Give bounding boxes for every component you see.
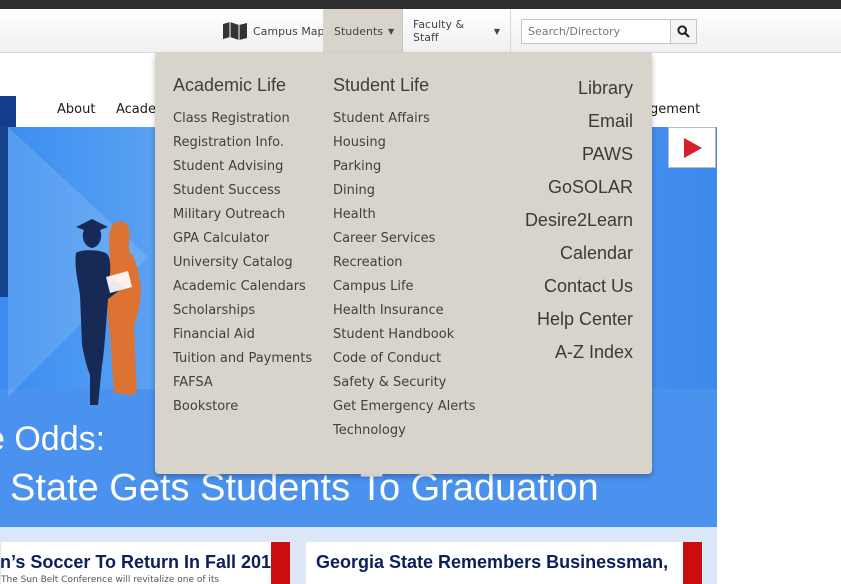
- menu-item[interactable]: Health: [333, 203, 475, 227]
- menu-item[interactable]: Parking: [333, 155, 475, 179]
- menu-item[interactable]: Dining: [333, 179, 475, 203]
- students-label: Students: [334, 24, 384, 38]
- menu-item[interactable]: GPA Calculator: [173, 227, 312, 251]
- play-icon: [684, 137, 702, 158]
- menu-item[interactable]: Career Services: [333, 227, 475, 251]
- menu-item[interactable]: Housing: [333, 131, 475, 155]
- news-tag: [271, 542, 290, 584]
- menu-item[interactable]: Health Insurance: [333, 299, 475, 323]
- menu-item[interactable]: Class Registration: [173, 107, 312, 131]
- news-title[interactable]: Georgia State Remembers Businessman,: [316, 552, 668, 573]
- menu-item[interactable]: Recreation: [333, 251, 475, 275]
- news-excerpt: The Sun Belt Conference will revitalize …: [1, 575, 220, 584]
- menu-item[interactable]: Academic Calendars: [173, 275, 312, 299]
- menu-item[interactable]: Military Outreach: [173, 203, 312, 227]
- news-card[interactable]: n’s Soccer To Return In Fall 2014 The Su…: [0, 542, 290, 584]
- menu-item[interactable]: Technology: [333, 419, 475, 443]
- quick-link-a-z-index[interactable]: A-Z Index: [525, 336, 633, 369]
- utility-bar: Campus Map Students ▼ Faculty & Staff ▼: [0, 9, 841, 53]
- faculty-staff-label: Faculty & Staff: [413, 18, 465, 44]
- quick-link-contact-us[interactable]: Contact Us: [525, 270, 633, 303]
- top-stripe: [0, 0, 841, 9]
- menu-item[interactable]: Bookstore: [173, 395, 312, 419]
- quick-link-library[interactable]: Library: [525, 72, 633, 105]
- quick-link-email[interactable]: Email: [525, 105, 633, 138]
- menu-item[interactable]: Get Emergency Alerts: [333, 395, 475, 419]
- quick-links: Library Email PAWS GoSOLAR Desire2Learn …: [525, 72, 633, 369]
- menu-item[interactable]: FAFSA: [173, 371, 312, 395]
- student-life-list: Student Affairs Housing Parking Dining H…: [333, 107, 475, 443]
- campus-map-link[interactable]: Campus Map: [212, 9, 335, 53]
- search-input[interactable]: [521, 19, 671, 44]
- nav-about[interactable]: About: [57, 102, 95, 117]
- news-card[interactable]: Georgia State Remembers Businessman,: [305, 542, 703, 584]
- academic-life-list: Class Registration Registration Info. St…: [173, 107, 312, 419]
- search-button[interactable]: [670, 19, 697, 44]
- menu-item[interactable]: Registration Info.: [173, 131, 312, 155]
- news-title[interactable]: n’s Soccer To Return In Fall 2014: [0, 552, 281, 573]
- campus-map-label: Campus Map: [253, 24, 325, 38]
- graduates-illustration: [75, 219, 141, 405]
- menu-item[interactable]: Tuition and Payments: [173, 347, 312, 371]
- nav-engagement[interactable]: gement: [650, 102, 700, 117]
- quick-link-calendar[interactable]: Calendar: [525, 237, 633, 270]
- quick-link-help-center[interactable]: Help Center: [525, 303, 633, 336]
- menu-item[interactable]: University Catalog: [173, 251, 312, 275]
- chevron-down-icon: ▼: [493, 26, 500, 36]
- menu-item[interactable]: Student Handbook: [333, 323, 475, 347]
- menu-item[interactable]: Scholarships: [173, 299, 312, 323]
- nav-academics[interactable]: Acade: [116, 102, 156, 117]
- student-life-heading: Student Life: [333, 75, 430, 95]
- students-dropdown-menu: Academic Life Class Registration Registr…: [155, 53, 652, 474]
- menu-item[interactable]: Campus Life: [333, 275, 475, 299]
- hero-title-line1: e Odds:: [0, 420, 106, 458]
- search-icon: [677, 25, 690, 38]
- faculty-staff-menu[interactable]: Faculty & Staff ▼: [403, 9, 511, 53]
- chevron-down-icon: ▼: [388, 26, 395, 36]
- quick-link-gosolar[interactable]: GoSOLAR: [525, 171, 633, 204]
- news-tag: [683, 542, 702, 584]
- hero-side-panel: [0, 127, 8, 297]
- quick-link-paws[interactable]: PAWS: [525, 138, 633, 171]
- play-button[interactable]: [668, 127, 716, 168]
- map-icon: [223, 22, 247, 40]
- menu-item[interactable]: Student Advising: [173, 155, 312, 179]
- quick-link-desire2learn[interactable]: Desire2Learn: [525, 204, 633, 237]
- menu-item[interactable]: Code of Conduct: [333, 347, 475, 371]
- menu-item[interactable]: Safety & Security: [333, 371, 475, 395]
- menu-item[interactable]: Student Success: [173, 179, 312, 203]
- academic-life-heading: Academic Life: [173, 75, 287, 95]
- students-menu[interactable]: Students ▼: [323, 9, 403, 53]
- menu-item[interactable]: Financial Aid: [173, 323, 312, 347]
- menu-item[interactable]: Student Affairs: [333, 107, 475, 131]
